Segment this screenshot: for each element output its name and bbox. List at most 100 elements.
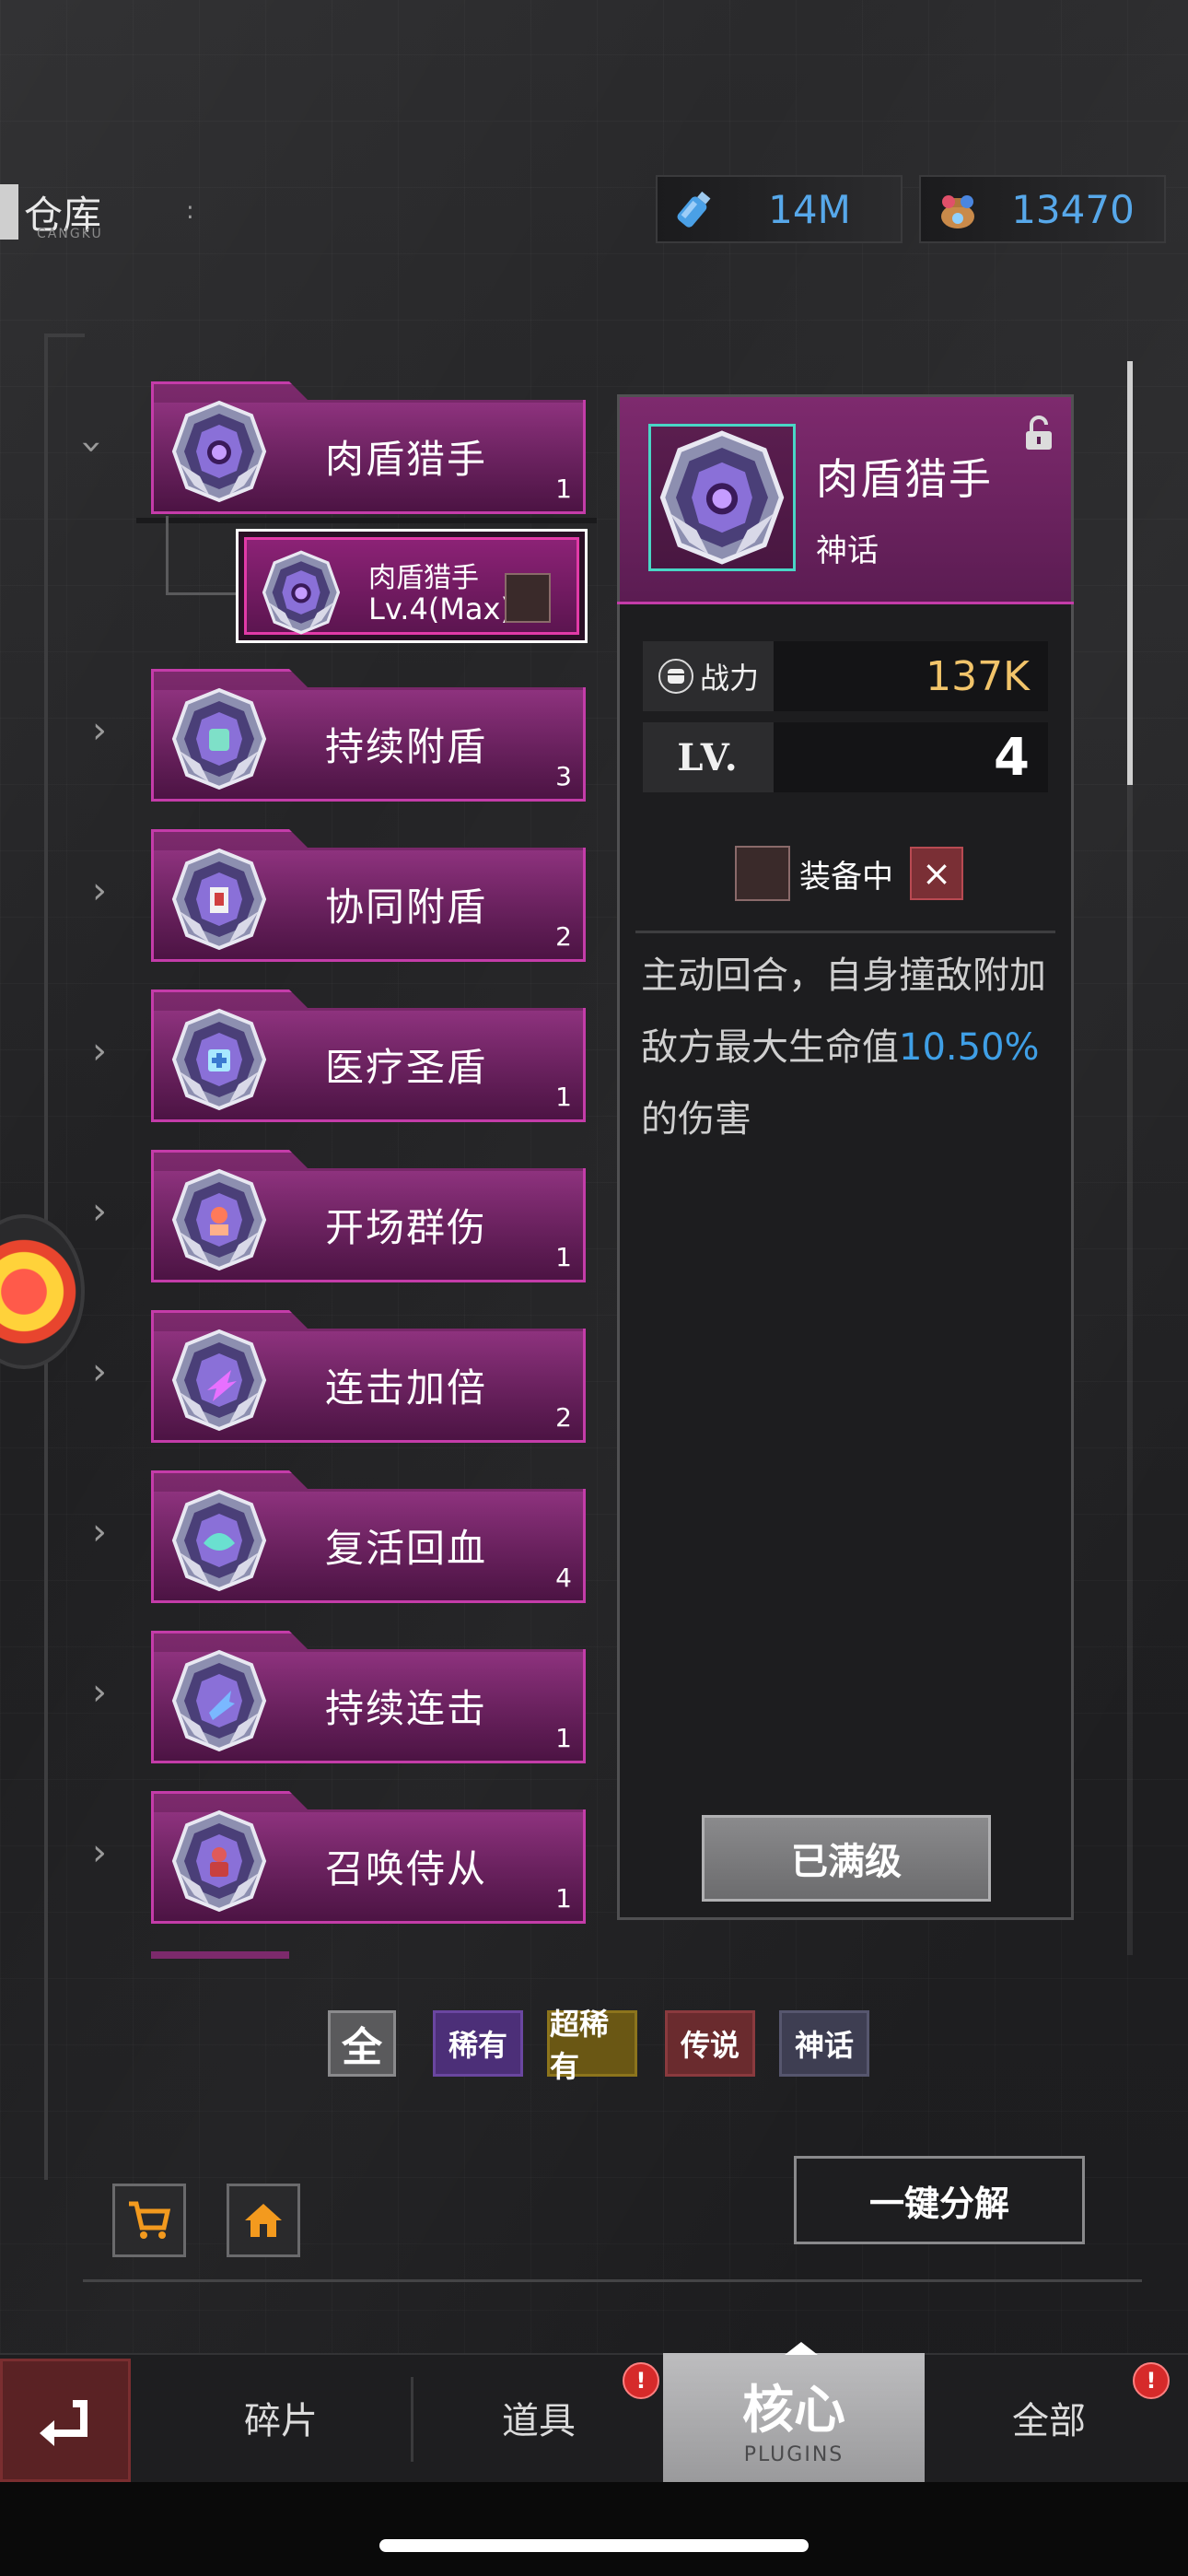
panel-divider bbox=[635, 931, 1055, 933]
category-row[interactable]: 医疗圣盾 1 bbox=[151, 989, 586, 1122]
category-row[interactable]: 召唤侍从 1 bbox=[151, 1791, 586, 1924]
category-count: 3 bbox=[555, 761, 572, 791]
category-row[interactable]: 持续连击 1 bbox=[151, 1631, 586, 1763]
level-value: 4 bbox=[994, 727, 1030, 788]
equipped-label: 装备中 bbox=[799, 858, 893, 896]
currency-gems[interactable]: 13470 bbox=[919, 175, 1166, 243]
item-description: 主动回合，自身撞敌附加敌方最大生命值10.50%的伤害 bbox=[641, 940, 1055, 1155]
unlock-icon[interactable] bbox=[1022, 415, 1055, 451]
back-button[interactable] bbox=[0, 2359, 131, 2482]
detail-emblem-frame bbox=[648, 424, 796, 571]
title-separator: : bbox=[186, 197, 194, 225]
combo-emblem-icon bbox=[172, 1329, 266, 1431]
home-icon bbox=[245, 2204, 282, 2237]
level-label: LV. bbox=[643, 722, 774, 792]
chevron-right-icon[interactable]: › bbox=[92, 1190, 107, 1233]
category-name: 医疗圣盾 bbox=[325, 1045, 488, 1090]
power-label: 战力 bbox=[699, 661, 759, 696]
detail-rarity: 神话 bbox=[816, 533, 879, 569]
active-tab-indicator bbox=[785, 2342, 818, 2355]
tab-core-sublabel: PLUGINS bbox=[743, 2443, 844, 2466]
bottom-divider bbox=[83, 2279, 1142, 2282]
category-row[interactable]: 肉盾猎手 1 bbox=[151, 381, 586, 514]
chevron-down-icon[interactable]: › bbox=[71, 439, 113, 454]
shield-emblem-icon bbox=[172, 688, 266, 790]
category-count: 1 bbox=[555, 474, 572, 504]
tab-core[interactable]: 核心 PLUGINS bbox=[663, 2353, 925, 2482]
back-arrow-icon bbox=[40, 2400, 87, 2446]
cart-icon bbox=[129, 2201, 171, 2239]
next-category-peek bbox=[151, 1951, 289, 1959]
chevron-right-icon[interactable]: › bbox=[92, 1351, 107, 1393]
category-row[interactable]: 协同附盾 2 bbox=[151, 829, 586, 962]
category-count: 1 bbox=[555, 1883, 572, 1914]
decompose-all-button[interactable]: 一键分解 bbox=[794, 2156, 1085, 2244]
equipped-hero-avatar bbox=[735, 846, 790, 901]
fist-icon bbox=[658, 659, 693, 694]
unequip-button[interactable]: × bbox=[910, 847, 963, 900]
category-count: 2 bbox=[555, 1402, 572, 1433]
chevron-right-icon[interactable]: › bbox=[92, 1511, 107, 1553]
equipped-hero-avatar bbox=[505, 573, 551, 623]
alert-badge-icon: ! bbox=[1133, 2362, 1170, 2399]
detail-header-border bbox=[617, 602, 1074, 604]
category-count: 1 bbox=[555, 1723, 572, 1753]
shop-button[interactable] bbox=[112, 2184, 186, 2257]
medical-shield-emblem-icon bbox=[172, 1009, 266, 1110]
category-name: 复活回血 bbox=[325, 1526, 488, 1571]
power-stat-row: 战力 137K bbox=[643, 641, 1048, 711]
chevron-right-icon[interactable]: › bbox=[92, 1030, 107, 1072]
detail-panel bbox=[617, 394, 1074, 1920]
summon-emblem-icon bbox=[172, 1810, 266, 1912]
item-name: 肉盾猎手 bbox=[368, 562, 479, 594]
category-name: 连击加倍 bbox=[325, 1365, 488, 1411]
tree-connector bbox=[166, 592, 239, 595]
filter-super-rare[interactable]: 超稀有 bbox=[547, 2007, 637, 2084]
chevron-right-icon[interactable]: › bbox=[92, 709, 107, 752]
description-highlight: 10.50% bbox=[899, 1026, 1040, 1069]
power-value: 137K bbox=[926, 652, 1030, 700]
paw-emblem-icon bbox=[262, 550, 341, 635]
tree-connector bbox=[166, 516, 169, 593]
filter-rare[interactable]: 稀有 bbox=[433, 2010, 523, 2077]
scrollbar-thumb[interactable] bbox=[1127, 361, 1133, 785]
category-row[interactable]: 复活回血 4 bbox=[151, 1470, 586, 1603]
category-name: 开场群伤 bbox=[325, 1205, 488, 1250]
chevron-right-icon[interactable]: › bbox=[92, 1671, 107, 1714]
category-name: 持续连击 bbox=[325, 1686, 488, 1731]
item-level: Lv.4(Max) bbox=[368, 591, 512, 626]
potion-bottle-icon bbox=[677, 191, 711, 228]
currency-potion-value: 14M bbox=[768, 186, 851, 232]
category-count: 4 bbox=[555, 1563, 572, 1593]
category-row[interactable]: 开场群伤 1 bbox=[151, 1150, 586, 1282]
level-stat-row: LV. 4 bbox=[643, 722, 1048, 792]
description-text: 的伤害 bbox=[641, 1098, 751, 1141]
revive-emblem-icon bbox=[172, 1490, 266, 1591]
filter-legend[interactable]: 传说 bbox=[665, 2010, 755, 2077]
currency-potion[interactable]: 14M bbox=[656, 175, 903, 243]
equipped-status: 装备中 × bbox=[735, 846, 963, 901]
tab-core-label: 核心 bbox=[742, 2381, 845, 2441]
category-row[interactable]: 持续附盾 3 bbox=[151, 669, 586, 802]
filter-all[interactable]: 全 bbox=[328, 2010, 396, 2077]
filter-myth[interactable]: 神话 bbox=[779, 2010, 869, 2077]
home-button[interactable] bbox=[227, 2184, 300, 2257]
chevron-right-icon[interactable]: › bbox=[92, 870, 107, 912]
system-strip bbox=[0, 2482, 1188, 2576]
max-level-button[interactable]: 已满级 bbox=[702, 1815, 991, 1902]
detail-item-name: 肉盾猎手 bbox=[816, 454, 993, 504]
category-count: 1 bbox=[555, 1082, 572, 1112]
home-indicator[interactable] bbox=[379, 2539, 809, 2552]
title-accent-bar bbox=[0, 184, 18, 240]
currency-gems-value: 13470 bbox=[1011, 186, 1135, 232]
chevron-right-icon[interactable]: › bbox=[92, 1832, 107, 1874]
category-row[interactable]: 连击加倍 2 bbox=[151, 1310, 586, 1443]
category-count: 2 bbox=[555, 921, 572, 952]
page-subtitle: CANGKU bbox=[37, 227, 103, 241]
gem-bag-icon bbox=[941, 195, 974, 228]
selected-core-item[interactable]: 肉盾猎手 Lv.4(Max) bbox=[236, 529, 588, 643]
paw-emblem-icon bbox=[653, 428, 791, 567]
category-name: 持续附盾 bbox=[325, 724, 488, 769]
tab-fragments[interactable]: 碎片 bbox=[147, 2353, 414, 2482]
combo-chain-emblem-icon bbox=[172, 1650, 266, 1751]
